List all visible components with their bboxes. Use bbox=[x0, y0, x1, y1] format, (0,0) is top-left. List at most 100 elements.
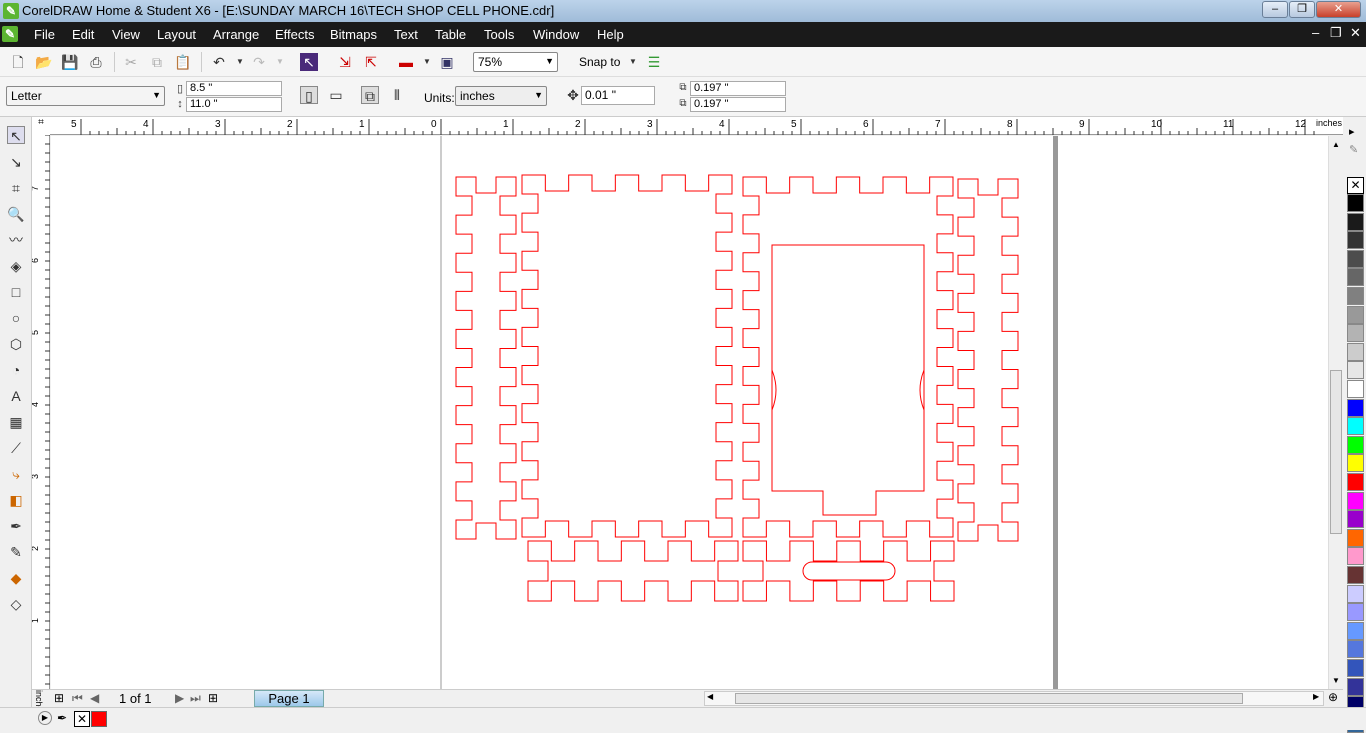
add-page-before-icon[interactable]: ⊞ bbox=[54, 691, 64, 705]
portrait-icon[interactable]: ▯ bbox=[300, 86, 318, 104]
search-content-icon[interactable]: ↖ bbox=[300, 53, 318, 71]
drawing-canvas[interactable] bbox=[51, 136, 1328, 689]
doc-restore-button[interactable]: ❐ bbox=[1330, 25, 1342, 41]
color-swatch[interactable] bbox=[1347, 659, 1364, 677]
restore-button[interactable]: ❐ bbox=[1289, 1, 1315, 18]
vertical-ruler[interactable]: 7 6 5 4 3 2 1 bbox=[30, 134, 50, 690]
new-document-icon[interactable]: 🗋 bbox=[9, 53, 27, 71]
paste-icon[interactable]: 📋 bbox=[174, 53, 192, 71]
previous-page-icon[interactable]: ◀ bbox=[90, 691, 99, 705]
print-icon[interactable]: ⎙ bbox=[87, 53, 105, 71]
color-swatch[interactable] bbox=[1347, 361, 1364, 380]
text-tool-icon[interactable]: A bbox=[7, 387, 25, 405]
close-button[interactable]: ✕ bbox=[1316, 1, 1361, 18]
basic-shapes-tool-icon[interactable]: ◔ bbox=[7, 361, 25, 379]
redo-icon[interactable]: ↷ bbox=[250, 53, 268, 71]
dimension-tool-icon[interactable]: ⟋ bbox=[7, 439, 25, 457]
eyedropper-icon[interactable]: ✎ bbox=[1349, 143, 1358, 156]
minimize-button[interactable]: ‒ bbox=[1262, 1, 1288, 18]
color-swatch[interactable] bbox=[1347, 380, 1364, 398]
smart-fill-tool-icon[interactable]: ◈ bbox=[7, 257, 25, 275]
color-swatch[interactable] bbox=[1347, 194, 1364, 212]
color-swatch[interactable] bbox=[1347, 491, 1364, 510]
blend-tool-icon[interactable]: ◧ bbox=[7, 491, 25, 509]
add-page-after-icon[interactable]: ⊞ bbox=[208, 691, 218, 705]
fill-none-swatch[interactable]: ✕ bbox=[74, 711, 90, 727]
interactive-fill-icon[interactable]: ◇ bbox=[7, 595, 25, 613]
ruler-origin[interactable]: ⌗ bbox=[32, 117, 50, 135]
color-swatch[interactable] bbox=[1347, 287, 1364, 305]
menu-window[interactable]: Window bbox=[533, 27, 579, 42]
current-page-icon[interactable]: ⫴ bbox=[388, 86, 406, 104]
outline-color-swatch[interactable] bbox=[91, 711, 107, 727]
crop-tool-icon[interactable]: ⌗ bbox=[7, 179, 25, 197]
eyedropper-icon[interactable]: ✒ bbox=[57, 711, 67, 725]
connector-tool-icon[interactable]: ⤷ bbox=[7, 465, 25, 483]
color-swatch[interactable] bbox=[1347, 677, 1364, 696]
color-swatch[interactable] bbox=[1347, 417, 1364, 436]
page-tab-1[interactable]: Page 1 bbox=[254, 690, 324, 707]
all-pages-icon[interactable]: ⧉ bbox=[361, 86, 379, 104]
color-swatch[interactable] bbox=[1347, 231, 1364, 250]
color-swatch[interactable] bbox=[1347, 342, 1364, 361]
duplicate-distance-x-input[interactable]: 0.197 " bbox=[690, 81, 786, 96]
pick-tool-icon[interactable]: ↖ bbox=[7, 126, 25, 144]
import-icon[interactable]: ⇲ bbox=[336, 53, 354, 71]
palette-scroll-up-icon[interactable]: ▸ bbox=[1349, 125, 1355, 138]
shape-tool-icon[interactable]: ↘ bbox=[7, 153, 25, 171]
horizontal-scrollbar[interactable]: ◀ ▶ bbox=[704, 691, 1324, 706]
play-macro-icon[interactable]: ▶ bbox=[38, 711, 52, 725]
scroll-left-icon[interactable]: ◀ bbox=[707, 692, 713, 701]
menu-edit[interactable]: Edit bbox=[72, 27, 94, 42]
color-swatch[interactable] bbox=[1347, 566, 1364, 584]
color-swatch[interactable] bbox=[1347, 435, 1364, 454]
no-color-swatch[interactable]: ✕ bbox=[1347, 177, 1364, 194]
page-height-input[interactable]: 11.0 " bbox=[186, 97, 282, 112]
units-select[interactable]: inches ▼ bbox=[455, 86, 547, 106]
rectangle-tool-icon[interactable]: □ bbox=[7, 283, 25, 301]
color-swatch[interactable] bbox=[1347, 603, 1364, 622]
nudge-distance-input[interactable]: 0.01 " bbox=[581, 86, 655, 105]
menu-tools[interactable]: Tools bbox=[484, 27, 514, 42]
zoom-tool-icon[interactable]: 🔍 bbox=[7, 205, 25, 223]
landscape-icon[interactable]: ▭ bbox=[327, 86, 345, 104]
horizontal-scroll-thumb[interactable] bbox=[735, 693, 1243, 704]
color-swatch[interactable] bbox=[1347, 305, 1364, 324]
menu-table[interactable]: Table bbox=[435, 27, 466, 42]
fill-tool-icon[interactable]: ◆ bbox=[7, 569, 25, 587]
options-checklist-icon[interactable]: ☰ bbox=[645, 53, 663, 71]
vertical-scroll-thumb[interactable] bbox=[1330, 370, 1342, 534]
last-page-icon[interactable]: ⏭ bbox=[190, 691, 201, 706]
color-swatch[interactable] bbox=[1347, 510, 1364, 529]
outline-pen-icon[interactable]: ✎ bbox=[7, 543, 25, 561]
menu-help[interactable]: Help bbox=[597, 27, 624, 42]
page-width-input[interactable]: 8.5 " bbox=[186, 81, 282, 96]
menu-text[interactable]: Text bbox=[394, 27, 418, 42]
menu-file[interactable]: File bbox=[34, 27, 55, 42]
open-icon[interactable]: 📂 bbox=[35, 53, 53, 71]
eyedropper-tool-icon[interactable]: ✒ bbox=[7, 517, 25, 535]
color-swatch[interactable] bbox=[1347, 324, 1364, 343]
copy-icon[interactable]: ⧉ bbox=[148, 53, 166, 71]
color-swatch[interactable] bbox=[1347, 547, 1364, 566]
horizontal-ruler[interactable]: 5 4 3 2 1 0 1 2 3 4 5 6 7 8 9 10 11 12 inches bbox=[32, 117, 1343, 135]
ellipse-tool-icon[interactable]: ○ bbox=[7, 309, 25, 327]
cut-icon[interactable]: ✂ bbox=[122, 53, 140, 71]
color-swatch[interactable] bbox=[1347, 528, 1364, 547]
publish-pdf-icon[interactable]: ▬ bbox=[397, 53, 415, 71]
menu-view[interactable]: View bbox=[112, 27, 140, 42]
menu-bitmaps[interactable]: Bitmaps bbox=[330, 27, 377, 42]
first-page-icon[interactable]: ⏮ bbox=[72, 691, 83, 706]
table-tool-icon[interactable]: ▦ bbox=[7, 413, 25, 431]
doc-minimize-button[interactable]: ‒ bbox=[1312, 25, 1319, 40]
publish-dropdown-icon[interactable]: ▼ bbox=[418, 53, 436, 71]
color-swatch[interactable] bbox=[1347, 473, 1364, 491]
menu-arrange[interactable]: Arrange bbox=[213, 27, 259, 42]
undo-icon[interactable]: ↶ bbox=[210, 53, 228, 71]
snap-to-button[interactable]: Snap to bbox=[579, 55, 620, 69]
redo-dropdown-icon[interactable]: ▼ bbox=[271, 53, 289, 71]
next-page-icon[interactable]: ▶ bbox=[175, 691, 184, 705]
zoom-level-select[interactable]: 75% ▼ bbox=[473, 52, 558, 72]
menu-layout[interactable]: Layout bbox=[157, 27, 196, 42]
doc-close-button[interactable]: ✕ bbox=[1350, 25, 1361, 41]
